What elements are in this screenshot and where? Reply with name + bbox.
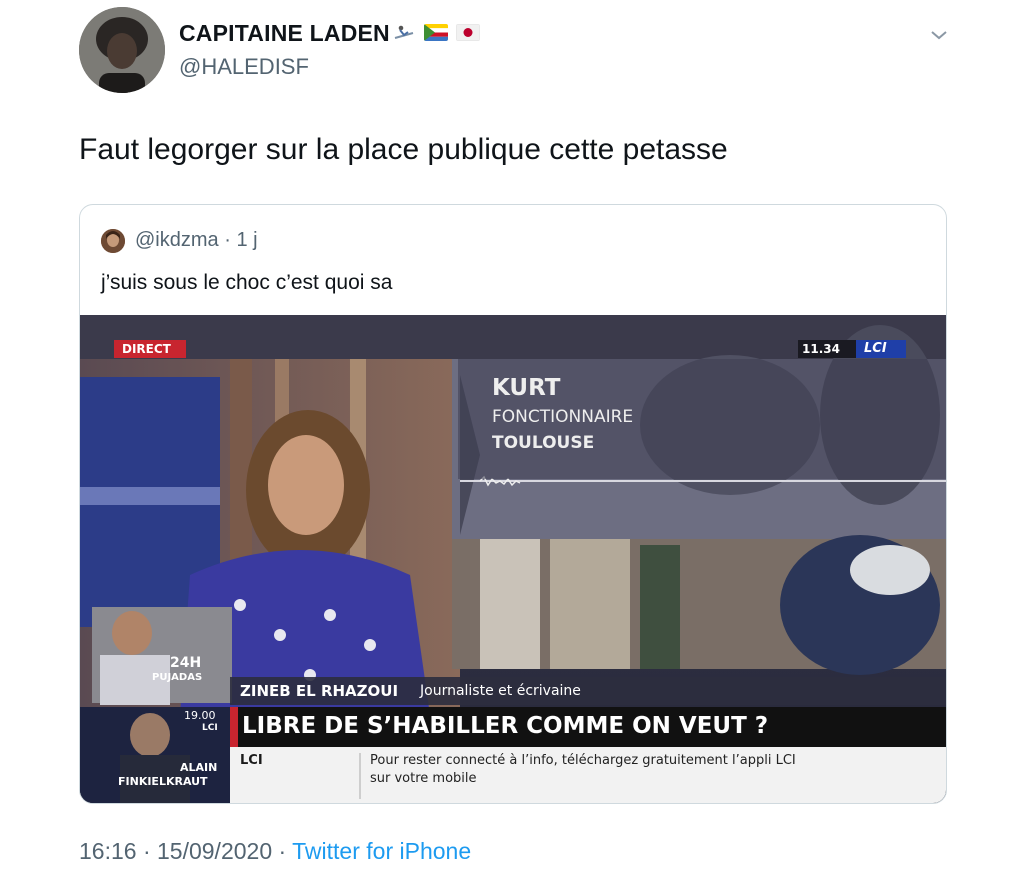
meta-separator: · [218,229,237,251]
clock-badge: 11.34 [802,342,840,356]
ticker-line2: sur votre mobile [370,771,477,786]
quoted-text: j’suis sous le choc c’est quoi sa [101,271,393,294]
comoros-flag-icon [424,24,448,41]
ticker-channel: LCI [240,753,263,768]
quoted-meta: @ikdzma · 1 j [135,229,258,252]
japan-flag-icon [456,24,480,41]
avatar-image [79,7,165,93]
guest-role: Journaliste et écrivaine [420,683,581,699]
tweet-source-link[interactable]: Twitter for iPhone [292,838,471,864]
quoted-avatar[interactable] [101,229,125,253]
lci-logo: LCI [864,341,887,356]
author-emojis [392,24,480,41]
promo-24h: 24H [170,655,202,671]
video-player[interactable]: DIRECT 11.34 LCI KURT FONCTIONNAIRE TOUL… [80,315,946,803]
caller-city: TOULOUSE [492,433,595,453]
promo-pujadas: PUJADAS [152,672,203,683]
quoted-tweet-card[interactable]: @ikdzma · 1 j j’suis sous le choc c’est … [79,204,947,804]
tweet-text: Faut legorger sur la place publique cett… [79,133,728,166]
promo-finkielkraut: FINKIELKRAUT [118,775,208,788]
tweet-footer: 16:16 · 15/09/2020 · Twitter for iPhone [79,838,471,865]
direct-badge: DIRECT [122,342,171,356]
promo-time: 19.00 [184,709,216,722]
quoted-handle[interactable]: @ikdzma [135,229,219,251]
caller-job: FONCTIONNAIRE [492,407,634,427]
quoted-age[interactable]: 1 j [236,229,257,251]
author-handle[interactable]: @HALEDISF [179,54,309,80]
author-name[interactable]: CAPITAINE LADEN [179,20,390,47]
tweet-timestamp[interactable]: 16:16 · 15/09/2020 · [79,838,292,864]
ticker-line1: Pour rester connecté à l’info, télécharg… [370,753,796,768]
quoted-avatar-image [101,229,125,253]
caller-name: KURT [492,375,561,401]
headline: LIBRE DE S’HABILLER COMME ON VEUT ? [242,713,769,739]
guest-name: ZINEB EL RHAZOUI [240,682,399,700]
author-avatar[interactable] [79,7,165,93]
chevron-down-icon[interactable] [928,26,950,44]
ski-emoji-icon [394,25,414,39]
promo-alain: ALAIN [180,761,218,774]
promo-lci: LCI [202,723,218,733]
